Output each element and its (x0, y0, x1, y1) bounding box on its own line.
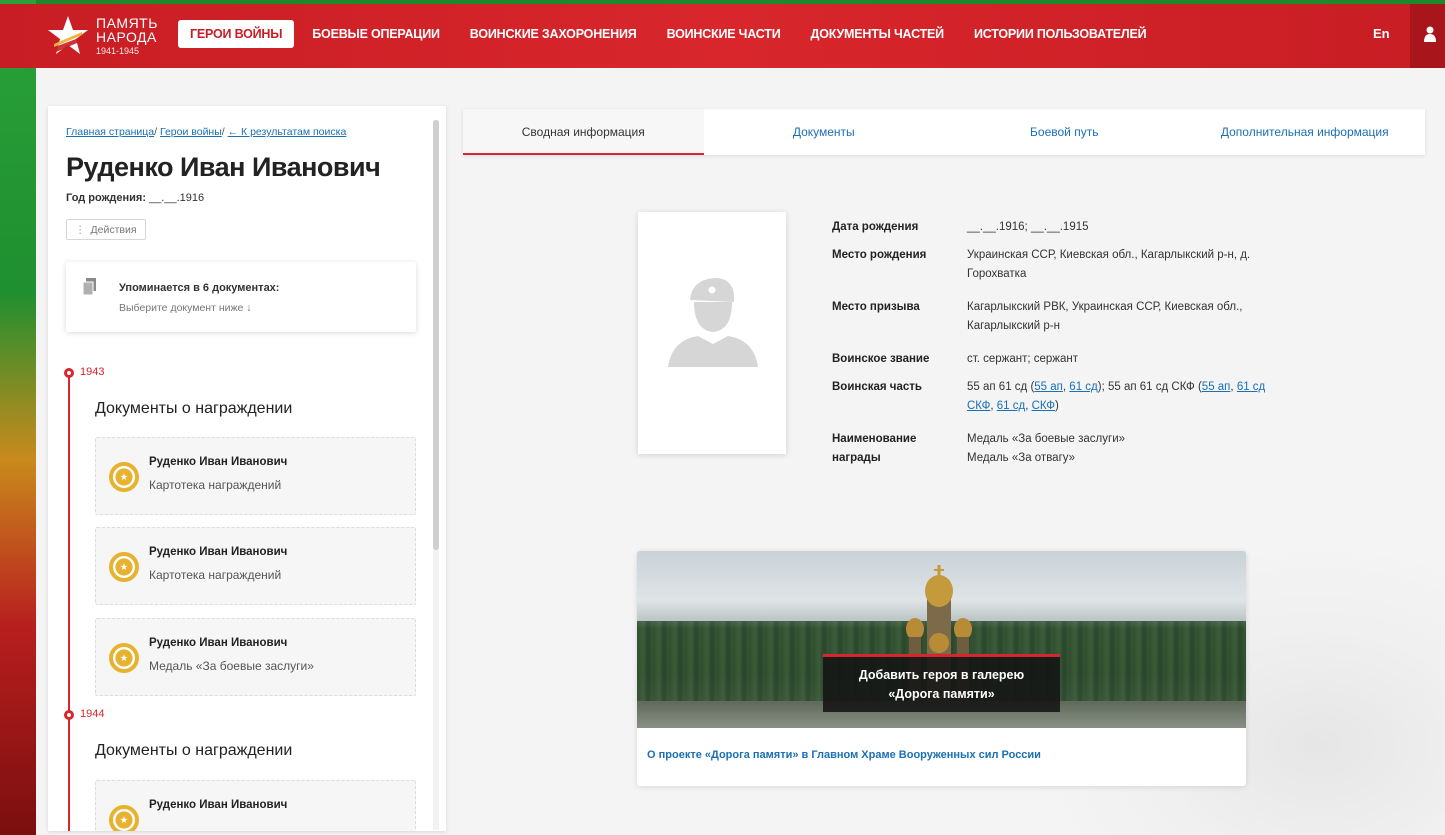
more-vertical-icon: ⋮ (75, 223, 86, 236)
info-label: Место призыва (832, 301, 920, 313)
breadcrumb-home-link[interactable]: Главная страница (66, 126, 154, 138)
info-label: Дата рождения (832, 221, 919, 233)
sidebar-scrollbar-thumb[interactable] (433, 120, 439, 550)
unit-link[interactable]: 61 сд (1069, 381, 1097, 393)
tab-additional-info[interactable]: Дополнительная информация (1185, 109, 1426, 155)
timeline-dot-1944 (64, 710, 74, 720)
breadcrumb-heroes-link[interactable]: Герои войны (160, 126, 222, 138)
info-label: Место рождения (832, 249, 927, 261)
timeline-year-1943: 1943 (80, 366, 105, 378)
cathedral-image: Добавить героя в галерею «Дорога памяти» (637, 551, 1246, 728)
info-label: Воинская часть (832, 381, 922, 393)
hero-sidebar: Главная страница/ Герои войны/ ← К резул… (48, 106, 446, 831)
document-person-name: Руденко Иван Иванович (149, 799, 288, 811)
document-card[interactable]: Руденко Иван Иванович Картотека награжде… (95, 437, 416, 515)
document-person-name: Руденко Иван Иванович (149, 637, 288, 649)
tab-battle-path[interactable]: Боевой путь (944, 109, 1185, 155)
document-type: Картотека награждений (149, 568, 282, 582)
unit-link[interactable]: 55 ап (1034, 381, 1063, 393)
documents-icon (82, 278, 96, 296)
birth-year-label: Год рождения: (66, 192, 146, 204)
unit-link[interactable]: 61 сд (997, 400, 1025, 412)
section-title-awards-1943: Документы о награждении (95, 400, 293, 417)
birth-year: Год рождения: __.__.1916 (66, 192, 204, 204)
document-person-name: Руденко Иван Иванович (149, 456, 288, 468)
soldier-silhouette-icon (668, 278, 758, 367)
road-of-memory-project-link[interactable]: О проекте «Дорога памяти» в Главном Храм… (647, 749, 1041, 761)
timeline-line (68, 374, 70, 831)
user-account-button[interactable] (1410, 4, 1445, 68)
hero-photo-placeholder (638, 212, 786, 454)
actions-label: Действия (90, 223, 137, 236)
document-type: Картотека награждений (149, 478, 282, 492)
overlay-line-2: «Дорога памяти» (888, 687, 995, 701)
unit-link[interactable]: СКФ (1032, 400, 1055, 412)
medal-icon (109, 805, 139, 831)
info-value: ст. сержант; сержант (967, 353, 1079, 365)
tab-documents[interactable]: Документы (704, 109, 945, 155)
nav-burials[interactable]: ВОИНСКИЕ ЗАХОРОНЕНИЯ (458, 20, 649, 48)
medal-icon (109, 552, 139, 582)
unit-text: ); 55 ап 61 сд СКФ ( (1097, 381, 1202, 393)
logo-line-1: ПАМЯТЬ (96, 15, 158, 31)
hero-tabs: Сводная информация Документы Боевой путь… (463, 109, 1425, 155)
decorative-side-strip (0, 0, 36, 835)
site-header: ПАМЯТЬ НАРОДА 1941-1945 ГЕРОИ ВОЙНЫ БОЕВ… (0, 4, 1445, 68)
award-name: Медаль «За боевые заслуги» (967, 433, 1126, 445)
overlay-line-1: Добавить героя в галерею (858, 668, 1025, 682)
mentions-subtitle: Выберите документ ниже ↓ (119, 302, 252, 314)
breadcrumb: Главная страница/ Герои войны/ ← К резул… (66, 126, 347, 138)
info-value-unit: 55 ап 61 сд (55 ап, 61 сд); 55 ап 61 сд … (967, 378, 1277, 416)
info-value: Украинская ССР, Киевская обл., Кагарлыкс… (967, 249, 1251, 280)
document-person-name: Руденко Иван Иванович (149, 546, 288, 558)
award-name: Медаль «За отвагу» (967, 452, 1076, 464)
add-hero-to-gallery-button[interactable]: Добавить героя в галерею «Дорога памяти» (823, 654, 1060, 712)
info-value: Кагарлыкский РВК, Украинская ССР, Киевск… (967, 301, 1243, 332)
section-title-awards-1944: Документы о награждении (95, 742, 293, 759)
nav-unit-documents[interactable]: ДОКУМЕНТЫ ЧАСТЕЙ (799, 20, 956, 48)
info-value: __.__.1916; __.__.1915 (967, 221, 1089, 233)
main-content: Главная страница/ Герои войны/ ← К резул… (36, 68, 1445, 835)
timeline-year-1944: 1944 (80, 708, 105, 720)
timeline-dot-1943 (64, 368, 74, 378)
birth-year-value: __.__.1916 (149, 192, 205, 204)
mentions-card: Упоминается в 6 документах: Выберите док… (66, 262, 416, 332)
document-card[interactable]: Руденко Иван Иванович Картотека награжде… (95, 527, 416, 605)
document-card[interactable]: Руденко Иван Иванович Медаль «За боевые … (95, 618, 416, 696)
main-nav: ГЕРОИ ВОЙНЫ БОЕВЫЕ ОПЕРАЦИИ ВОИНСКИЕ ЗАХ… (178, 20, 1164, 48)
star-logo-icon (48, 16, 88, 54)
document-card[interactable]: Руденко Иван Иванович (95, 780, 416, 831)
unit-text: ) (1054, 400, 1059, 412)
road-of-memory-banner[interactable]: Добавить героя в галерею «Дорога памяти»… (637, 551, 1246, 786)
nav-user-stories[interactable]: ИСТОРИИ ПОЛЬЗОВАТЕЛЕЙ (962, 20, 1158, 48)
info-label: Наименование награды (832, 433, 917, 464)
medal-icon (109, 462, 139, 492)
unit-text: 55 ап 61 сд ( (967, 381, 1035, 393)
tab-summary[interactable]: Сводная информация (463, 109, 704, 155)
language-switch[interactable]: En (1373, 26, 1390, 41)
logo-line-2: НАРОДА (96, 29, 157, 45)
breadcrumb-back-link[interactable]: ← К результатам поиска (228, 126, 347, 138)
medal-icon (109, 643, 139, 673)
nav-heroes[interactable]: ГЕРОИ ВОЙНЫ (178, 20, 295, 48)
nav-operations[interactable]: БОЕВЫЕ ОПЕРАЦИИ (300, 20, 452, 48)
logo-years: 1941-1945 (96, 46, 140, 56)
info-label: Воинское звание (832, 353, 930, 365)
unit-link[interactable]: 55 ап (1202, 381, 1231, 393)
info-value-award: Медаль «За боевые заслуги» Медаль «За от… (967, 430, 1277, 468)
person-name: Руденко Иван Иванович (66, 152, 381, 182)
mentions-title: Упоминается в 6 документах: (119, 282, 280, 294)
user-icon (1424, 26, 1436, 42)
site-logo[interactable]: ПАМЯТЬ НАРОДА 1941-1945 (46, 8, 166, 64)
nav-units[interactable]: ВОИНСКИЕ ЧАСТИ (655, 20, 793, 48)
document-type: Медаль «За боевые заслуги» (149, 659, 314, 673)
actions-button[interactable]: ⋮ Действия (66, 219, 146, 240)
